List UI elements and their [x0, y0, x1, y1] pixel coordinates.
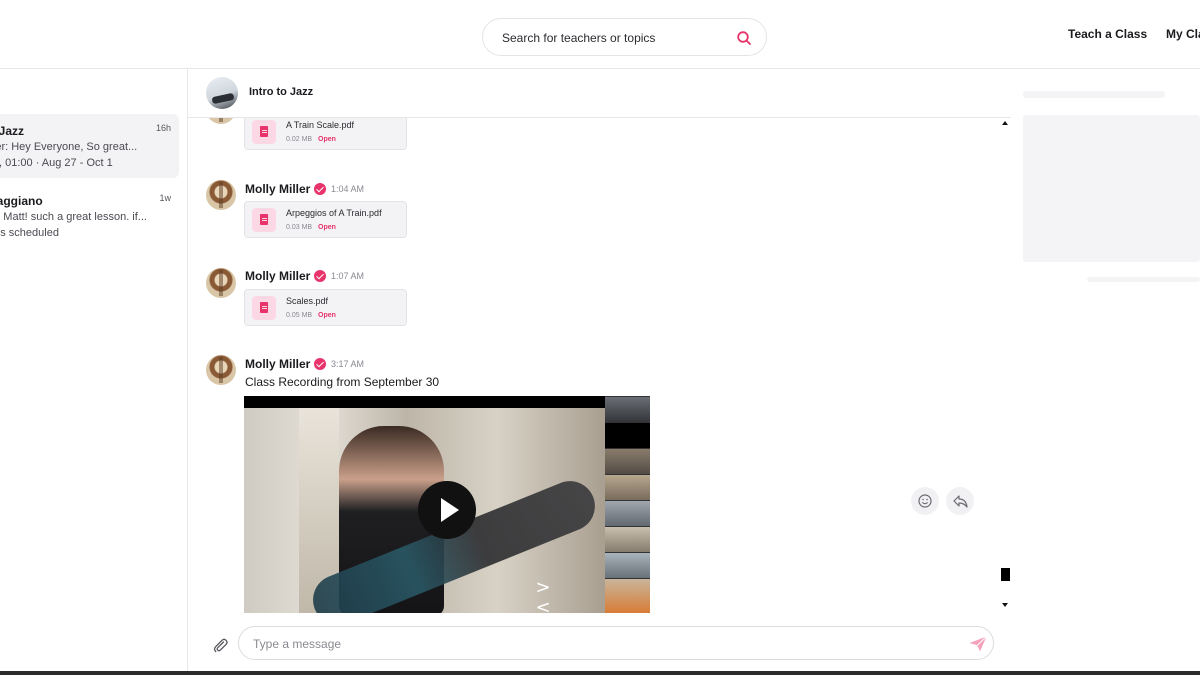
conversation-item-caggiano[interactable]: Caggiano 1w ou Matt! such a great lesson… — [0, 184, 179, 248]
file-attachment[interactable]: Scales.pdf 0.05 MB Open — [244, 289, 407, 326]
my-classes-link[interactable]: My Cla — [1166, 27, 1200, 41]
scrollbar-thumb[interactable] — [1001, 568, 1010, 581]
file-size: 0.05 MB — [286, 312, 313, 319]
conversation-time: 1w — [159, 193, 171, 203]
video-participant-thumb — [605, 578, 650, 613]
fullscreen-icon[interactable]: >< — [528, 578, 558, 614]
scroll-down-arrow-icon[interactable] — [1002, 603, 1008, 607]
file-icon — [252, 208, 276, 232]
search-bar[interactable]: Search for teachers or topics — [482, 18, 767, 56]
send-icon[interactable] — [968, 635, 988, 653]
file-attachment[interactable]: A Train Scale.pdf 0.02 MB Open — [244, 118, 407, 150]
skeleton-line — [1087, 277, 1200, 282]
skeleton-line — [1023, 91, 1165, 98]
message-time: 3:17 AM — [331, 359, 365, 369]
file-icon — [252, 120, 276, 144]
message-list[interactable]: A Train Scale.pdf 0.02 MB Open Molly Mil… — [188, 118, 1011, 613]
conversation-detail: ons scheduled — [0, 227, 59, 239]
file-name: A Train Scale.pdf — [286, 120, 355, 130]
teach-a-class-link[interactable]: Teach a Class — [1068, 27, 1147, 41]
play-button[interactable] — [418, 481, 476, 539]
avatar[interactable] — [206, 118, 236, 124]
file-size: 0.02 MB — [286, 136, 313, 143]
file-name: Scales.pdf — [286, 296, 329, 306]
sender-name[interactable]: Molly Miller — [245, 357, 310, 371]
conversation-list: o Jazz 16h iller: Hey Everyone, So great… — [0, 69, 188, 675]
class-details-panel — [1011, 69, 1200, 675]
message-composer — [238, 626, 994, 660]
verified-badge-icon — [314, 270, 326, 282]
top-bar: Search for teachers or topics Teach a Cl… — [0, 0, 1200, 69]
search-icon[interactable] — [736, 30, 752, 46]
message-text: Class Recording from September 30 — [245, 375, 440, 389]
sender-name[interactable]: Molly Miller — [245, 182, 310, 196]
message-time: 1:04 AM — [331, 184, 365, 194]
conversation-item-intro-to-jazz[interactable]: o Jazz 16h iller: Hey Everyone, So great… — [0, 114, 179, 178]
class-avatar[interactable] — [206, 77, 238, 109]
reply-button[interactable] — [946, 487, 974, 515]
conversation-title: Caggiano — [0, 194, 43, 208]
conversation-time: 16h — [155, 123, 171, 133]
conversation-detail: ys, 01:00 · Aug 27 - Oct 1 — [0, 157, 113, 169]
file-open-link[interactable]: Open — [318, 224, 336, 231]
conversation-preview: iller: Hey Everyone, So great... — [0, 141, 138, 153]
search-placeholder: Search for teachers or topics — [502, 31, 656, 45]
file-open-link[interactable]: Open — [318, 136, 336, 143]
avatar[interactable] — [206, 355, 236, 385]
file-size: 0.03 MB — [286, 224, 313, 231]
verified-badge-icon — [314, 358, 326, 370]
verified-badge-icon — [314, 183, 326, 195]
chat-title[interactable]: Intro to Jazz — [249, 86, 313, 98]
scroll-up-arrow-icon[interactable] — [1002, 121, 1008, 125]
avatar[interactable] — [206, 180, 236, 210]
reply-icon — [953, 495, 968, 508]
emoji-reaction-button[interactable] — [911, 487, 939, 515]
conversation-preview: ou Matt! such a great lesson. if... — [0, 211, 147, 223]
smiley-icon — [918, 494, 932, 508]
play-icon — [441, 498, 459, 522]
skeleton-card — [1023, 115, 1200, 262]
paperclip-icon[interactable] — [211, 636, 229, 654]
message-time: 1:07 AM — [331, 271, 365, 281]
conversation-title: o Jazz — [0, 124, 25, 138]
message-input[interactable] — [253, 634, 943, 654]
file-name: Arpeggios of A Train.pdf — [286, 208, 382, 218]
file-open-link[interactable]: Open — [318, 312, 336, 319]
file-attachment[interactable]: Arpeggios of A Train.pdf 0.03 MB Open — [244, 201, 407, 238]
window-bottom-edge — [0, 671, 1200, 675]
avatar[interactable] — [206, 268, 236, 298]
video-player[interactable]: >< — [244, 396, 650, 613]
sender-name[interactable]: Molly Miller — [245, 269, 310, 283]
chat-header: Intro to Jazz — [188, 69, 1011, 118]
file-icon — [252, 296, 276, 320]
